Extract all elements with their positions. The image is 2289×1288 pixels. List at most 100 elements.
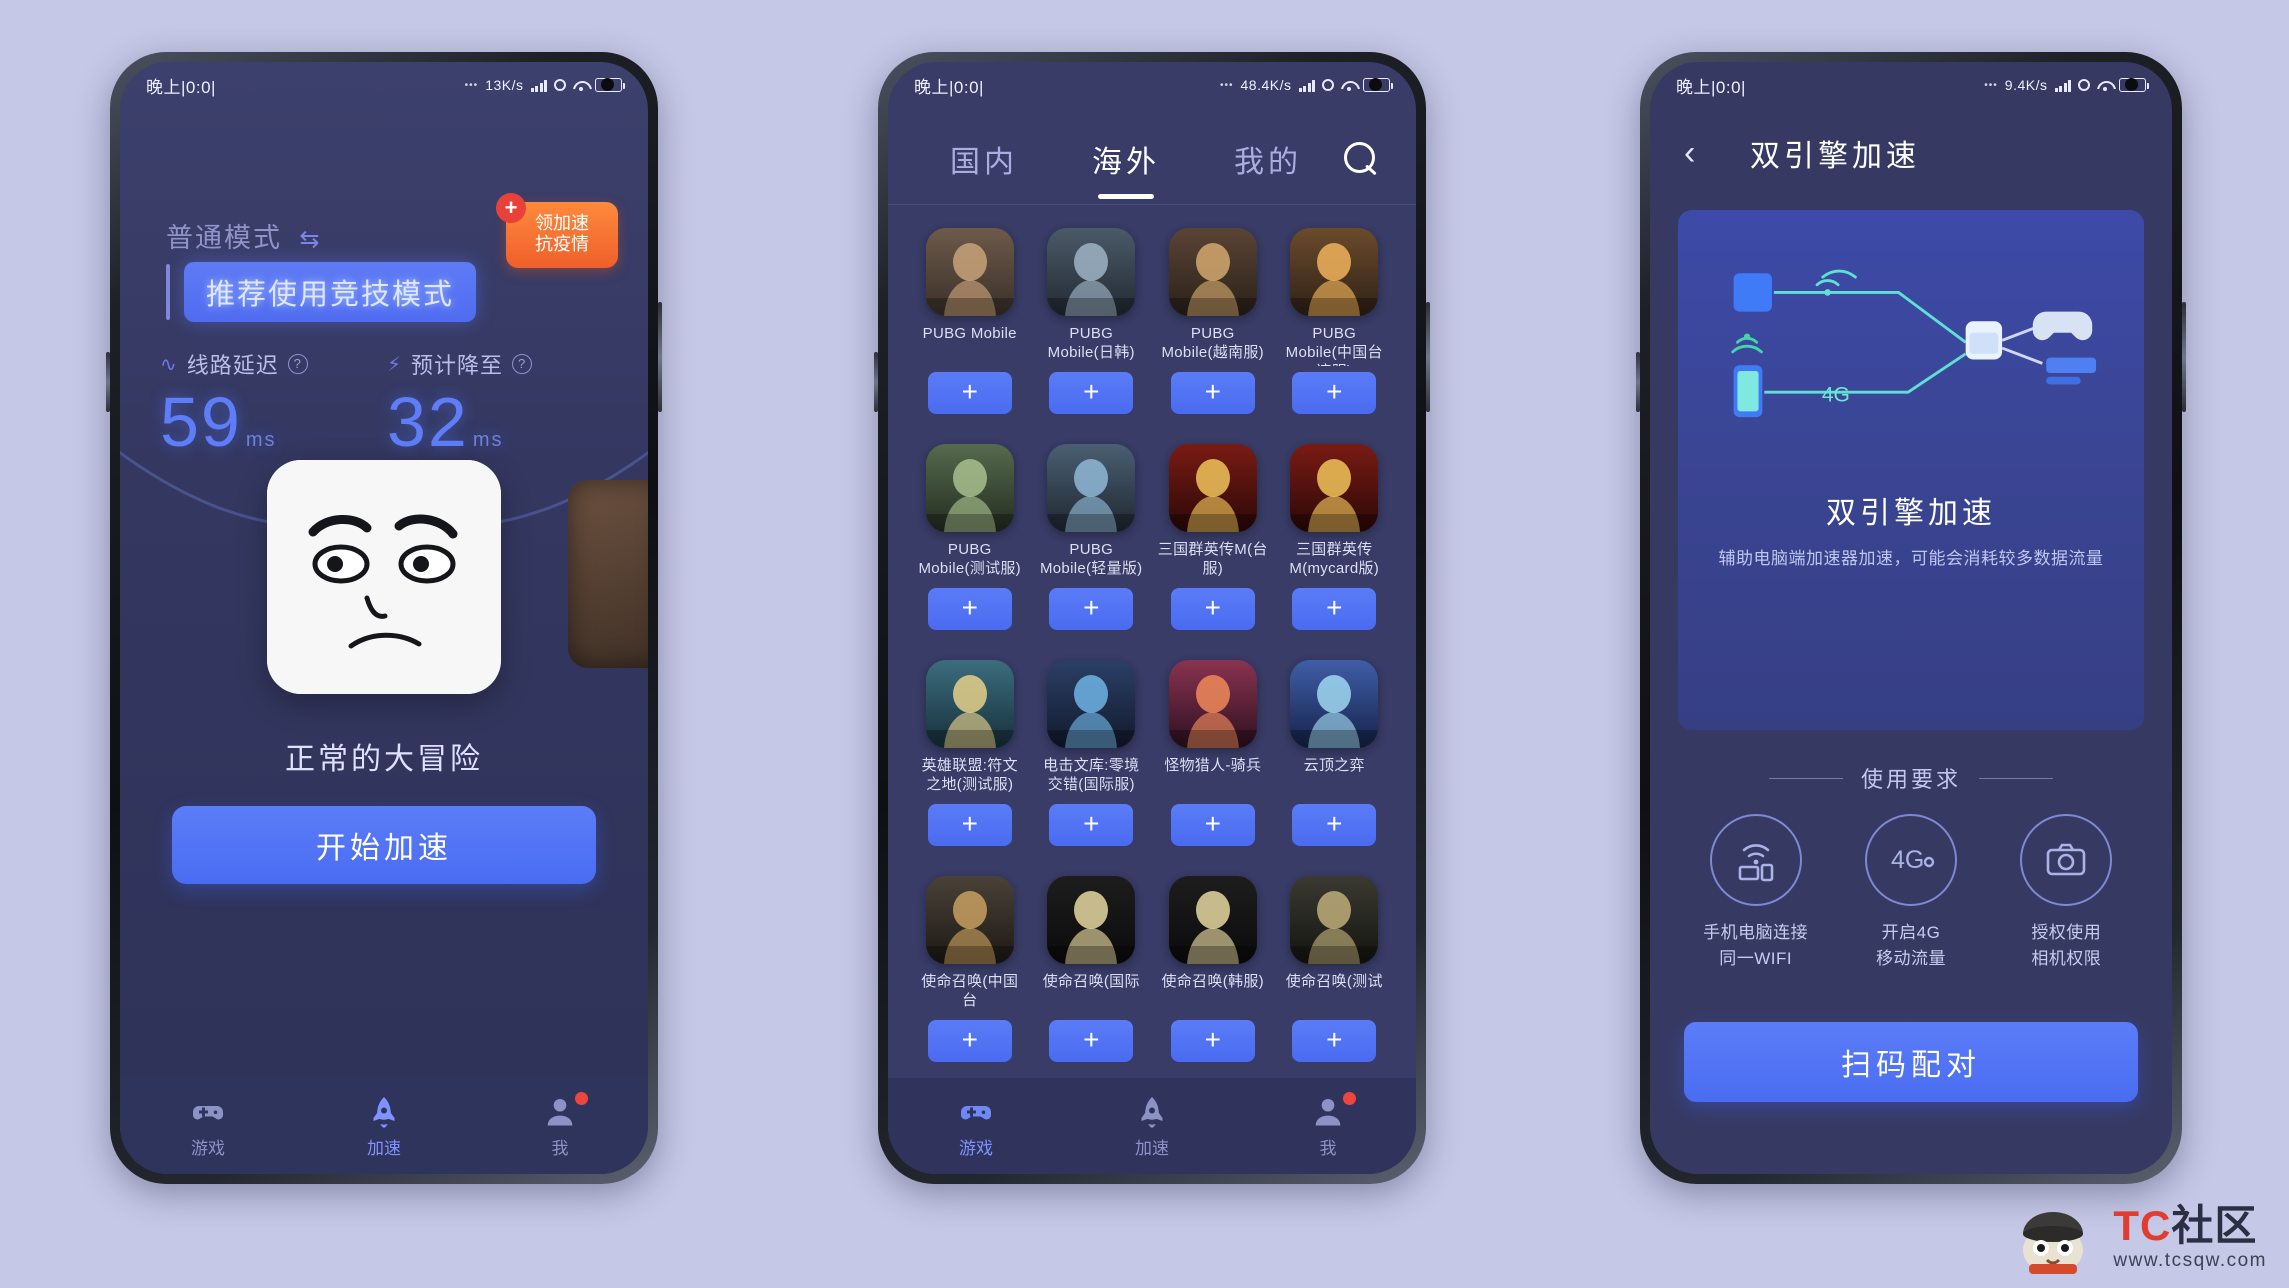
game-cell: 三国群英传M(mycard版) + <box>1279 430 1391 646</box>
search-icon[interactable] <box>1344 142 1378 176</box>
add-game-button[interactable]: + <box>1049 804 1134 846</box>
metric-expected-label: 预计降至 <box>411 353 504 378</box>
game-icon[interactable] <box>1047 444 1136 532</box>
nav-label-accelerate: 加速 <box>367 1138 401 1158</box>
game-icon[interactable] <box>1290 228 1379 316</box>
person-icon <box>1240 1094 1416 1130</box>
game-icon[interactable] <box>1290 876 1379 964</box>
nav-item-games[interactable]: 游戏 <box>888 1094 1064 1159</box>
phone-3-statusbar: 晚上|0:0| ••• 9.4K/s 49 <box>1650 62 2172 108</box>
status-dots: ••• <box>1220 79 1234 91</box>
divider-right <box>1979 777 2053 779</box>
game-card-art[interactable] <box>267 460 501 694</box>
metric-expected-unit: ms <box>472 429 504 451</box>
alarm-icon <box>1322 79 1334 91</box>
add-game-button[interactable]: + <box>1292 804 1377 846</box>
nav-item-profile[interactable]: 我 <box>1240 1091 1416 1159</box>
add-game-button[interactable]: + <box>1292 372 1377 414</box>
add-game-button[interactable]: + <box>1049 372 1134 414</box>
tab-mine[interactable]: 我的 <box>1228 137 1308 181</box>
phone-2-statusbar: 晚上|0:0| ••• 48.4K/s 49 <box>888 62 1416 108</box>
4g-icon: 4G <box>1864 814 1957 906</box>
nav-item-games[interactable]: 游戏 <box>120 1094 296 1159</box>
requirement-wifi-text: 手机电脑连接 同一WIFI <box>1703 923 1809 968</box>
game-icon[interactable] <box>1290 444 1379 532</box>
game-icon[interactable] <box>1290 660 1379 748</box>
add-game-button[interactable]: + <box>1170 588 1255 630</box>
game-cell: 电击文库:零境交错(国际服) + <box>1036 646 1148 862</box>
add-game-button[interactable]: + <box>1292 1020 1377 1062</box>
game-icon[interactable] <box>1047 228 1136 316</box>
status-netspeed: 13K/s <box>485 77 524 93</box>
game-icon[interactable] <box>1168 444 1257 532</box>
nav-label-games: 游戏 <box>191 1138 225 1158</box>
game-icon[interactable] <box>925 660 1014 748</box>
add-game-button[interactable]: + <box>1170 804 1255 846</box>
game-cell: 使命召唤(测试 + <box>1279 862 1391 1078</box>
game-cell: 三国群英传M(台服) + <box>1157 430 1269 646</box>
requirement-camera-text: 授权使用 相机权限 <box>2031 923 2102 968</box>
game-icon[interactable] <box>925 228 1014 316</box>
svg-text:4G: 4G <box>1822 384 1850 407</box>
add-game-button[interactable]: + <box>1049 588 1134 630</box>
add-game-button[interactable]: + <box>1170 1020 1255 1062</box>
game-name: PUBG Mobile(测试服) <box>918 541 1021 578</box>
page-title: 正常的大冒险 <box>285 743 483 776</box>
game-icon[interactable] <box>1168 660 1257 748</box>
add-game-button[interactable]: + <box>927 804 1012 846</box>
mode-selector[interactable]: 普通模式 ⇆ <box>166 216 322 255</box>
bolt-icon: ⚡ <box>387 353 403 376</box>
tab-domestic[interactable]: 国内 <box>944 137 1024 181</box>
alarm-icon <box>554 79 566 91</box>
game-icon[interactable] <box>925 444 1014 532</box>
game-icon[interactable] <box>1168 876 1257 964</box>
dual-engine-panel: 4G 双引擎加速 辅助电脑端加速器加速，可能会消耗较多数据流量 <box>1678 210 2144 730</box>
add-game-button[interactable]: + <box>927 372 1012 414</box>
metric-expected: ⚡ 预计降至 ? 32 ms <box>387 348 614 462</box>
mascot-icon <box>2007 1198 2103 1276</box>
add-game-button[interactable]: + <box>927 1020 1012 1062</box>
game-name: PUBG Mobile(中国台湾服) <box>1285 325 1383 366</box>
phone-2-screen: 晚上|0:0| ••• 48.4K/s 49 国内 海外 我的 PUBG Mob… <box>888 62 1416 1174</box>
topology-diagram: 4G <box>1678 224 2144 474</box>
signal-icon <box>2054 79 2071 92</box>
watermark-url: www.tcsqw.com <box>2113 1249 2267 1271</box>
tab-overseas[interactable]: 海外 <box>1086 137 1166 181</box>
game-cell: PUBG Mobile(中国台湾服) + <box>1279 214 1391 430</box>
add-game-button[interactable]: + <box>1292 588 1377 630</box>
divider-left <box>1768 777 1843 779</box>
game-icon[interactable] <box>925 876 1014 964</box>
game-cell: 英雄联盟:符文之地(测试服) + <box>914 646 1026 862</box>
promo-banner[interactable]: + 领加速 抗疫情 <box>496 193 618 268</box>
chevron-left-icon[interactable]: ‹ <box>1684 134 1728 173</box>
nav-item-accelerate[interactable]: 加速 <box>296 1094 472 1159</box>
phone-2-bottom-nav: 游戏 加速 我 <box>888 1078 1416 1174</box>
recommend-badge[interactable]: 推荐使用竞技模式 <box>184 262 477 322</box>
help-icon[interactable]: ? <box>512 354 533 374</box>
metric-expected-value: 32 <box>387 383 469 461</box>
game-name: 三国群英传M(mycard版) <box>1289 541 1380 578</box>
swap-icon[interactable]: ⇆ <box>300 226 322 253</box>
requirement-4g: 4G 开启4G 移动流量 <box>1833 814 1988 971</box>
game-cell: 使命召唤(中国台 + <box>914 862 1026 1078</box>
add-game-button[interactable]: + <box>1170 372 1255 414</box>
game-cell: 使命召唤(韩服) + <box>1157 862 1269 1078</box>
nav-item-accelerate[interactable]: 加速 <box>1064 1094 1240 1159</box>
help-icon[interactable]: ? <box>287 354 308 374</box>
status-time: 晚上|0:0| <box>146 77 216 97</box>
add-game-button[interactable]: + <box>1049 1020 1134 1062</box>
game-icon[interactable] <box>1047 876 1136 964</box>
signal-icon <box>530 79 547 92</box>
requirement-wifi: 手机电脑连接 同一WIFI <box>1678 814 1833 971</box>
status-netspeed: 48.4K/s <box>1240 77 1292 93</box>
accent-bar <box>166 264 170 320</box>
wifi-icon <box>1341 80 1356 91</box>
side-card-art[interactable] <box>568 480 648 668</box>
game-icon[interactable] <box>1168 228 1257 316</box>
tabs-divider <box>888 204 1416 205</box>
add-game-button[interactable]: + <box>927 588 1012 630</box>
nav-item-profile[interactable]: 我 <box>472 1091 648 1159</box>
scan-pair-button[interactable]: 扫码配对 <box>1684 1022 2138 1102</box>
game-icon[interactable] <box>1047 660 1136 748</box>
start-accel-button[interactable]: 开始加速 <box>172 806 596 884</box>
